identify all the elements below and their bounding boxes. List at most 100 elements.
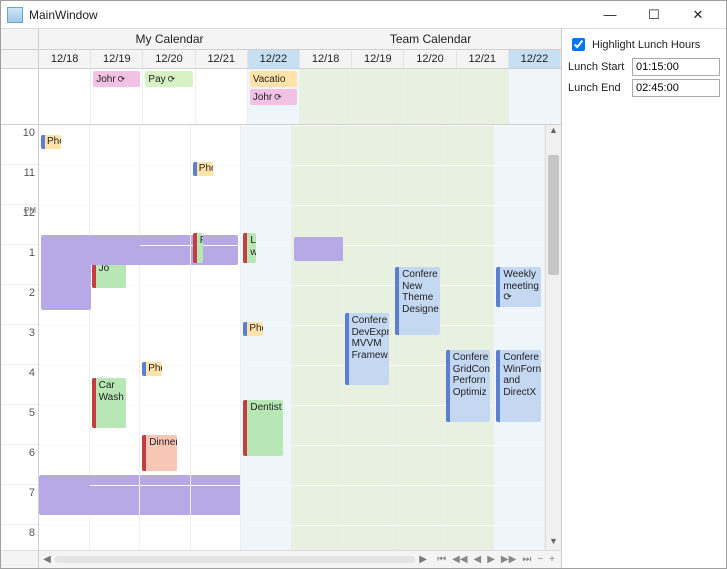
- maximize-button[interactable]: ☐: [632, 2, 676, 28]
- time-label: 11: [1, 165, 38, 205]
- time-label: 1: [1, 245, 38, 285]
- nav-first-icon[interactable]: ⏮: [437, 554, 446, 565]
- nav-next-icon[interactable]: ▶▶: [501, 554, 516, 565]
- scroll-up-arrow-icon[interactable]: ▲: [546, 125, 561, 139]
- calendar-header-my: My Calendar: [39, 29, 300, 49]
- titlebar: MainWindow — ☐ ✕: [1, 1, 726, 29]
- timed-event[interactable]: Dinner: [142, 435, 177, 471]
- day-column[interactable]: Phone Lu wi Dentist: [241, 125, 292, 550]
- time-label: 2: [1, 285, 38, 325]
- day-column[interactable]: Confere WinForn and DirectX Weekly meetin…: [494, 125, 545, 550]
- day-columns: PhonePhoneLunch with JoCar WashPhoneDinn…: [39, 125, 545, 550]
- day-column[interactable]: Confere New Theme Designe: [393, 125, 444, 550]
- timed-event[interactable]: Confere New Theme Designe: [395, 267, 440, 335]
- zoom-out-icon[interactable]: −: [537, 554, 543, 565]
- nav-back-icon[interactable]: ◀: [474, 554, 482, 565]
- lunch-start-input[interactable]: [632, 58, 720, 76]
- day-column[interactable]: Confere DevExpr MVVM Framew: [343, 125, 394, 550]
- allday-event[interactable]: Johr: [250, 89, 297, 105]
- lunch-end-label: Lunch End: [568, 82, 628, 94]
- lunch-start-label: Lunch Start: [568, 61, 628, 73]
- vertical-scrollbar[interactable]: ▲ ▼: [545, 125, 561, 550]
- app-window: MainWindow — ☐ ✕ My Calendar Team Calend…: [0, 0, 727, 569]
- scheduler-grid: 101112PM12345678 PhonePhoneLunch with Jo…: [1, 125, 561, 550]
- date-cell[interactable]: 12/20: [143, 50, 195, 68]
- timed-event[interactable]: Dentist: [243, 400, 283, 456]
- time-label: 8: [1, 525, 38, 565]
- date-cell[interactable]: 12/22: [509, 50, 561, 68]
- scroll-thumb[interactable]: [548, 155, 559, 275]
- timed-event[interactable]: Confere GridCon Perforn Optimiz: [446, 350, 491, 422]
- scroll-right-arrow-icon[interactable]: ▶: [415, 554, 431, 565]
- timed-event[interactable]: Phone: [142, 362, 162, 376]
- allday-slot[interactable]: [404, 69, 456, 124]
- allday-slot[interactable]: Vacatio Johr: [248, 69, 300, 124]
- horizontal-scrollbar[interactable]: ◀ ▶: [39, 551, 431, 568]
- timed-event[interactable]: Phone: [243, 322, 263, 336]
- content-area: My Calendar Team Calendar 12/1812/1912/2…: [1, 29, 726, 568]
- highlight-lunch-label[interactable]: Highlight Lunch Hours: [592, 39, 700, 51]
- allday-row: Johr Pay Vacatio Johr: [1, 69, 561, 125]
- highlight-lunch-checkbox[interactable]: [572, 38, 585, 51]
- minimize-button[interactable]: —: [588, 2, 632, 28]
- allday-slot[interactable]: [300, 69, 352, 124]
- time-gutter-header: [1, 29, 39, 49]
- allday-event[interactable]: Vacatio: [250, 71, 297, 87]
- day-column[interactable]: Phone Dinner: [140, 125, 191, 550]
- timed-event[interactable]: Confere DevExpr MVVM Framew: [345, 313, 390, 385]
- timed-event[interactable]: Phone: [41, 135, 61, 149]
- allday-slot[interactable]: [457, 69, 509, 124]
- timed-event[interactable]: Car Wash: [92, 378, 127, 428]
- time-label: 7: [1, 485, 38, 525]
- timed-event[interactable]: Ph: [193, 233, 203, 263]
- allday-slot[interactable]: [352, 69, 404, 124]
- timed-event[interactable]: Lu wi: [243, 233, 256, 263]
- date-cell[interactable]: 12/21: [457, 50, 509, 68]
- date-cell[interactable]: 12/18: [39, 50, 91, 68]
- timed-event[interactable]: [41, 235, 91, 310]
- timed-event[interactable]: Weekly meeting ⟳: [496, 267, 541, 307]
- time-label: 3: [1, 325, 38, 365]
- zoom-in-icon[interactable]: +: [549, 554, 555, 565]
- time-gutter-allday: [1, 69, 39, 124]
- nav-buttons: ⏮ ◀◀ ◀ ▶ ▶▶ ⏭ − +: [431, 551, 561, 568]
- calendar-header-row: My Calendar Team Calendar: [1, 29, 561, 50]
- date-cell[interactable]: 12/19: [91, 50, 143, 68]
- timed-event[interactable]: Phone: [193, 162, 213, 176]
- lunch-end-input[interactable]: [632, 79, 720, 97]
- date-cell[interactable]: 12/20: [404, 50, 456, 68]
- nav-prev-icon[interactable]: ◀◀: [452, 554, 467, 565]
- date-cell[interactable]: 12/22: [248, 50, 300, 68]
- nav-last-icon[interactable]: ⏭: [522, 554, 531, 565]
- timed-event[interactable]: Confere WinForn and DirectX: [496, 350, 541, 422]
- allday-slot[interactable]: [509, 69, 561, 124]
- calendar-header-team: Team Calendar: [300, 29, 561, 49]
- date-cell[interactable]: 12/21: [196, 50, 248, 68]
- scroll-down-arrow-icon[interactable]: ▼: [546, 536, 561, 550]
- time-gutter: 101112PM12345678: [1, 125, 39, 550]
- window-title: MainWindow: [29, 8, 588, 22]
- allday-event[interactable]: Pay: [145, 71, 192, 87]
- allday-event[interactable]: Johr: [93, 71, 140, 87]
- day-column[interactable]: Phone Ph: [191, 125, 242, 550]
- close-button[interactable]: ✕: [676, 2, 720, 28]
- allday-slot[interactable]: [196, 69, 248, 124]
- day-column[interactable]: [292, 125, 343, 550]
- date-header-row: 12/1812/1912/2012/2112/2212/1812/1912/20…: [1, 50, 561, 69]
- day-column[interactable]: Confere GridCon Perforn Optimiz: [444, 125, 495, 550]
- allday-slot[interactable]: Pay: [143, 69, 195, 124]
- window-buttons: — ☐ ✕: [588, 2, 720, 28]
- day-column[interactable]: PhonePhone: [39, 125, 90, 550]
- highlight-checkbox-row: Highlight Lunch Hours: [568, 35, 720, 54]
- allday-slot[interactable]: [39, 69, 91, 124]
- date-cell[interactable]: 12/19: [352, 50, 404, 68]
- time-label: 6: [1, 445, 38, 485]
- hscroll-track[interactable]: [55, 556, 415, 563]
- scroll-left-arrow-icon[interactable]: ◀: [39, 554, 55, 565]
- time-gutter-date: [1, 50, 39, 68]
- allday-slot[interactable]: Johr: [91, 69, 143, 124]
- nav-fwd-icon[interactable]: ▶: [487, 554, 495, 565]
- lunch-start-row: Lunch Start: [568, 58, 720, 76]
- date-cell[interactable]: 12/18: [300, 50, 352, 68]
- day-column[interactable]: Lunch with JoCar Wash: [90, 125, 141, 550]
